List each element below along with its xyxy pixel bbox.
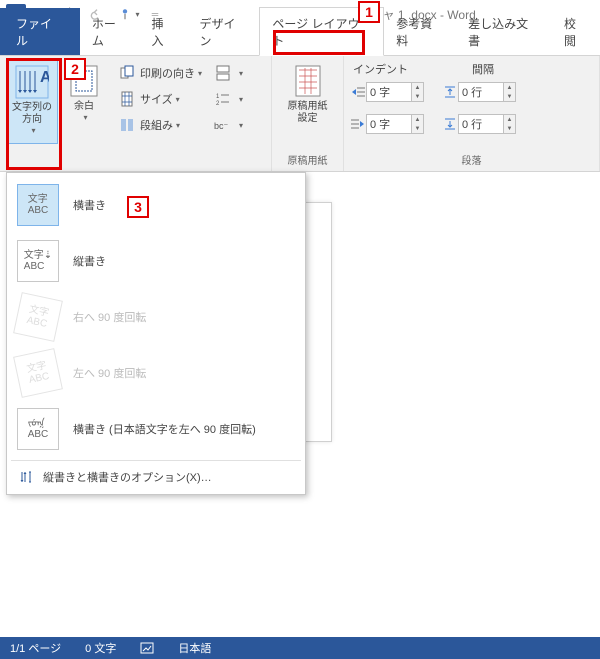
breaks-icon xyxy=(214,64,232,82)
chevron-down-icon: ▾ xyxy=(239,121,243,130)
rotate-right-icon: 文字 ABC xyxy=(13,292,63,342)
size-icon xyxy=(118,90,136,108)
text-direction-options-icon xyxy=(17,468,35,486)
tab-mailings[interactable]: 差し込み文書 xyxy=(456,8,552,55)
columns-button[interactable]: 段組み▾ xyxy=(114,112,206,138)
menu-item-label: 縦書きと横書きのオプション(X)… xyxy=(43,469,212,485)
menu-separator xyxy=(11,460,301,461)
text-direction-button[interactable]: A 文字列の 方向 ▾ xyxy=(6,60,58,144)
indent-right-spin[interactable]: ▲▼ xyxy=(412,114,424,134)
tab-insert[interactable]: 挿入 xyxy=(139,8,187,55)
columns-icon xyxy=(118,116,136,134)
svg-text:bc⁻: bc⁻ xyxy=(214,121,229,131)
indent-right-icon xyxy=(350,117,366,131)
spacing-after-spin[interactable]: ▲▼ xyxy=(504,114,516,134)
menu-item-label: 横書き (日本語文字を左へ 90 度回転) xyxy=(73,421,256,437)
size-label: サイズ xyxy=(140,91,173,107)
margins-icon xyxy=(67,64,101,98)
status-bar: 1/1 ページ 0 文字 日本語 xyxy=(0,637,600,659)
group-page-setup-label xyxy=(0,154,271,171)
line-numbers-icon: 12 xyxy=(214,90,232,108)
margins-label: 余白 xyxy=(74,101,94,113)
chevron-down-icon: ▾ xyxy=(83,113,87,123)
indent-left-field[interactable]: 0 字 xyxy=(366,82,412,102)
tab-page-layout[interactable]: ページ レイアウト xyxy=(259,7,384,56)
ribbon-tabs: ファイル ホーム 挿入 デザイン ページ レイアウト 参考資料 差し込み文書 校… xyxy=(0,28,600,56)
menu-item-label: 縦書き xyxy=(73,253,106,269)
menu-item-rotate-right: 文字 ABC 右へ 90 度回転 xyxy=(7,289,305,345)
text-direction-menu: 文字 ABC 横書き 文字⇣ ABC 縦書き 文字 ABC 右へ 90 度回転 … xyxy=(6,172,306,495)
tab-design[interactable]: デザイン xyxy=(187,8,259,55)
spacing-before-field[interactable]: 0 行 xyxy=(458,82,504,102)
group-paragraph: インデント 間隔 0 字 ▲▼ 0 行 ▲▼ 0 字 ▲▼ 0 行 ▲▼ xyxy=(344,56,600,171)
orientation-label: 印刷の向き xyxy=(140,65,195,81)
tab-review[interactable]: 校閲 xyxy=(552,8,600,55)
line-numbers-button[interactable]: 12 ▾ xyxy=(212,86,245,112)
group-genkou: 原稿用紙 設定 原稿用紙 xyxy=(272,56,344,171)
menu-item-label: 右へ 90 度回転 xyxy=(73,309,146,325)
menu-item-label: 横書き xyxy=(73,197,106,213)
tab-file[interactable]: ファイル xyxy=(0,8,80,55)
menu-item-horizontal-jp[interactable]: ᠵᡠᡴ ABC 横書き (日本語文字を左へ 90 度回転) xyxy=(7,401,305,457)
hyphenation-button[interactable]: bc⁻ ▾ xyxy=(212,112,245,138)
spacing-after-icon xyxy=(442,117,458,131)
columns-label: 段組み xyxy=(140,117,173,133)
menu-item-options[interactable]: 縦書きと横書きのオプション(X)… xyxy=(7,464,305,490)
status-language[interactable]: 日本語 xyxy=(178,640,211,656)
svg-text:A: A xyxy=(40,69,49,86)
chevron-down-icon: ▾ xyxy=(176,121,180,130)
group-page-setup: A 文字列の 方向 ▾ 余白 ▾ 印刷の向き▾ サイズ▾ xyxy=(0,56,272,171)
genkou-label: 原稿用紙 設定 xyxy=(288,101,328,125)
chevron-down-icon: ▾ xyxy=(239,95,243,104)
rotate-left-icon: 文字 ABC xyxy=(13,348,63,398)
spacing-heading: 間隔 xyxy=(460,58,494,79)
genkou-button[interactable]: 原稿用紙 設定 xyxy=(282,60,334,144)
spacing-after-field[interactable]: 0 行 xyxy=(458,114,504,134)
chevron-down-icon: ▾ xyxy=(31,126,35,136)
margins-button[interactable]: 余白 ▾ xyxy=(58,60,110,144)
menu-item-label: 左へ 90 度回転 xyxy=(73,365,146,381)
status-word-count[interactable]: 0 文字 xyxy=(85,640,116,656)
ribbon: A 文字列の 方向 ▾ 余白 ▾ 印刷の向き▾ サイズ▾ xyxy=(0,56,600,172)
indent-right-field[interactable]: 0 字 xyxy=(366,114,412,134)
svg-text:2: 2 xyxy=(216,101,220,107)
size-button[interactable]: サイズ▾ xyxy=(114,86,206,112)
horizontal-jp-icon: ᠵᡠᡴ ABC xyxy=(17,408,59,450)
horizontal-icon: 文字 ABC xyxy=(17,184,59,226)
svg-text:1: 1 xyxy=(216,94,220,100)
breaks-button[interactable]: ▾ xyxy=(212,60,245,86)
orientation-button[interactable]: 印刷の向き▾ xyxy=(114,60,206,86)
vertical-icon: 文字⇣ ABC xyxy=(17,240,59,282)
indent-left-spin[interactable]: ▲▼ xyxy=(412,82,424,102)
text-direction-label: 文字列の 方向 xyxy=(12,102,52,126)
menu-item-vertical[interactable]: 文字⇣ ABC 縦書き xyxy=(7,233,305,289)
tab-home[interactable]: ホーム xyxy=(80,8,140,55)
status-proofing-icon[interactable] xyxy=(140,641,154,655)
chevron-down-icon: ▾ xyxy=(239,69,243,78)
status-page[interactable]: 1/1 ページ xyxy=(10,640,61,656)
spacing-before-spin[interactable]: ▲▼ xyxy=(504,82,516,102)
genkou-icon xyxy=(291,64,325,98)
orientation-icon xyxy=(118,64,136,82)
group-paragraph-label: 段落 xyxy=(344,150,599,171)
tab-references[interactable]: 参考資料 xyxy=(384,8,456,55)
indent-heading: インデント xyxy=(350,58,460,79)
chevron-down-icon: ▾ xyxy=(176,95,180,104)
hyphenation-icon: bc⁻ xyxy=(214,116,232,134)
menu-item-rotate-left: 文字 ABC 左へ 90 度回転 xyxy=(7,345,305,401)
menu-item-horizontal[interactable]: 文字 ABC 横書き xyxy=(7,177,305,233)
chevron-down-icon: ▾ xyxy=(198,69,202,78)
text-direction-icon: A xyxy=(15,65,49,99)
group-genkou-label: 原稿用紙 xyxy=(272,150,343,171)
indent-left-icon xyxy=(350,85,366,99)
spacing-before-icon xyxy=(442,85,458,99)
